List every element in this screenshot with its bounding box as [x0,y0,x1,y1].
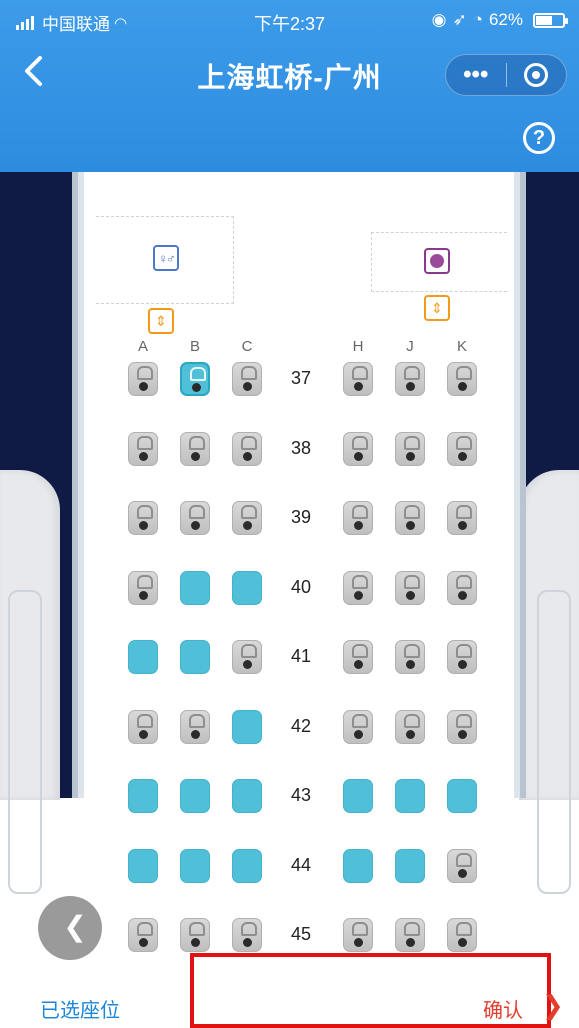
lock-rotation-icon: ◉ [431,10,447,29]
seat-37a [128,362,158,396]
seat-40b[interactable] [180,571,210,605]
seat-44a[interactable] [128,849,158,883]
seat-42j [395,710,425,744]
seat-37h [343,362,373,396]
seat-45h [343,918,373,952]
seat-41h [343,640,373,674]
seat-column-letter-b: B [189,338,200,355]
seat-43a[interactable] [128,779,158,813]
seat-42h [343,710,373,744]
seat-38k [447,432,477,466]
row-number: 41 [290,646,312,666]
seat-41a[interactable] [128,640,158,674]
row-number: 39 [290,507,312,527]
seat-44j[interactable] [395,849,425,883]
seat-38j [395,432,425,466]
header: 中国联通 ◠ 下午2:37 ◉ ➶ ◔ 62% 上海虹桥-广州 ••• ? [0,0,579,172]
seat-43k[interactable] [447,779,477,813]
seat-44b[interactable] [180,849,210,883]
seat-column-letter-a: A [137,338,148,355]
seat-44c[interactable] [232,849,262,883]
chevron-left-icon: ❮ [63,911,87,942]
seat-39k [447,501,477,535]
seat-40j [395,571,425,605]
seat-45j [395,918,425,952]
seat-42b [180,710,210,744]
bassinet-icon: ⇕ [148,308,174,334]
row-number: 38 [290,438,312,458]
chevron-right-icon[interactable]: ❯ [542,990,564,1021]
seat-38c [232,432,262,466]
seat-42a [128,710,158,744]
seat-38h [343,432,373,466]
right-wing [519,470,579,894]
row-number: 45 [290,924,312,944]
seat-39c [232,501,262,535]
floating-back-button[interactable]: ❮ [38,896,102,960]
seat-44h[interactable] [343,849,373,883]
battery-percent: 62% [488,10,523,29]
mini-program-capsule: ••• [445,54,567,96]
seat-selection-page: 中国联通 ◠ 下午2:37 ◉ ➶ ◔ 62% 上海虹桥-广州 ••• ? ♀♂… [0,0,579,1028]
seat-40a [128,571,158,605]
alarm-icon: ◔ [472,10,483,29]
nav-bar: 上海虹桥-广州 ••• [0,44,579,104]
seat-column-letter-j: J [406,338,414,355]
crew-seat-icon [424,248,450,274]
seat-45c [232,918,262,952]
selected-seats-label[interactable]: 已选座位 [40,994,120,1023]
row-number: 42 [290,716,312,736]
help-button[interactable]: ? [523,122,555,154]
seat-43h[interactable] [343,779,373,813]
seat-43c[interactable] [232,779,262,813]
seat-column-letter-k: K [456,338,467,355]
seat-43j[interactable] [395,779,425,813]
seat-38a [128,432,158,466]
more-dots-icon: ••• [463,61,489,88]
seat-41k [447,640,477,674]
seat-38b [180,432,210,466]
left-wing [0,470,60,894]
seat-39j [395,501,425,535]
seat-column-letter-h: H [352,338,364,355]
close-button[interactable] [506,63,566,87]
row-number: 44 [290,855,312,875]
row-number: 40 [290,577,312,597]
seat-41j [395,640,425,674]
battery-fill [536,15,552,25]
seat-42k [447,710,477,744]
seat-43b[interactable] [180,779,210,813]
seat-45a [128,918,158,952]
row-number: 37 [290,368,312,388]
confirm-button[interactable]: 确认 [483,994,523,1023]
seat-41b[interactable] [180,640,210,674]
more-button[interactable]: ••• [446,63,506,87]
seat-40c[interactable] [232,571,262,605]
seat-40k [447,571,477,605]
seat-37b[interactable] [180,362,210,396]
seat-39h [343,501,373,535]
seat-45b [180,918,210,952]
row-number: 43 [290,785,312,805]
status-right: ◉ ➶ ◔ 62% [431,10,568,30]
lavatory-icon: ♀♂ [153,245,179,271]
target-ring-icon [524,63,549,87]
seat-45k [447,918,477,952]
seat-37k [447,362,477,396]
seat-39b [180,501,210,535]
seat-37j [395,362,425,396]
bassinet-icon: ⇕ [424,295,450,321]
status-bar: 中国联通 ◠ 下午2:37 ◉ ➶ ◔ 62% [0,0,579,40]
seat-column-letter-c: C [241,338,253,355]
battery-icon [533,12,568,28]
seat-40h [343,571,373,605]
seat-39a [128,501,158,535]
location-icon: ➶ [452,10,467,29]
seat-44k [447,849,477,883]
seat-37c [232,362,262,396]
seat-41c [232,640,262,674]
seat-42c[interactable] [232,710,262,744]
